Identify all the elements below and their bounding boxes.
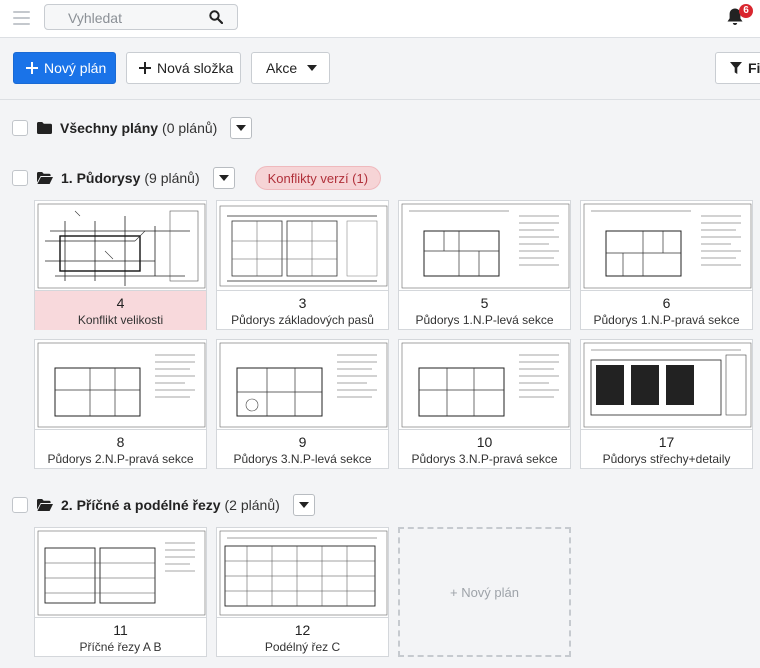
plan-name: Půdorys 1.N.P-pravá sekce bbox=[593, 313, 740, 327]
plan-name: Podélný řez C bbox=[264, 640, 341, 654]
new-folder-label: Nová složka bbox=[157, 60, 234, 76]
new-plan-button[interactable]: Nový plán bbox=[13, 52, 116, 84]
plan-card[interactable]: 11 Příčné řezy A B bbox=[34, 527, 207, 657]
plan-number: 6 bbox=[662, 295, 671, 311]
folder-count: (9 plánů) bbox=[144, 170, 200, 186]
plan-name: Půdorys 1.N.P-levá sekce bbox=[415, 313, 554, 327]
plan-thumbnail[interactable] bbox=[35, 528, 206, 618]
all-plans-row: Všechny plány (0 plánů) bbox=[12, 117, 253, 139]
plan-number: 5 bbox=[480, 295, 489, 311]
plan-name: Půdorys 3.N.P-levá sekce bbox=[233, 452, 372, 466]
plan-card[interactable]: 9 Půdorys 3.N.P-levá sekce bbox=[216, 339, 389, 469]
plan-name: Půdorys 3.N.P-pravá sekce bbox=[411, 452, 558, 466]
plan-card[interactable]: 4 Konflikt velikosti bbox=[34, 200, 207, 330]
plan-name: Půdorys střechy+detaily bbox=[602, 452, 731, 466]
plan-thumbnail[interactable] bbox=[399, 340, 570, 430]
folder-menu-button[interactable] bbox=[292, 494, 315, 516]
folder-icon bbox=[37, 122, 52, 134]
plan-thumbnail[interactable] bbox=[217, 201, 388, 291]
version-conflicts-badge[interactable]: Konflikty verzí (1) bbox=[254, 166, 382, 190]
filter-button[interactable]: Fi bbox=[715, 52, 760, 84]
caret-down-icon bbox=[218, 175, 229, 181]
plan-number: 10 bbox=[476, 434, 493, 450]
caret-down-icon bbox=[298, 502, 309, 508]
new-folder-button[interactable]: Nová složka bbox=[126, 52, 241, 84]
plan-number: 4 bbox=[116, 295, 125, 311]
all-plans-checkbox[interactable] bbox=[12, 120, 28, 136]
folder-menu-button[interactable] bbox=[230, 117, 253, 139]
plan-thumbnail[interactable] bbox=[217, 528, 388, 618]
plan-number: 8 bbox=[116, 434, 125, 450]
folder-count: (2 plánů) bbox=[224, 497, 280, 513]
plan-card[interactable]: 12 Podélný řez C bbox=[216, 527, 389, 657]
folder-name[interactable]: Všechny plány bbox=[60, 120, 158, 136]
plan-thumbnail[interactable] bbox=[581, 201, 752, 291]
plan-thumbnail[interactable] bbox=[35, 340, 206, 430]
plan-card[interactable]: 3 Půdorys základových pasů bbox=[216, 200, 389, 330]
plan-card[interactable]: 17 Půdorys střechy+detaily bbox=[580, 339, 753, 469]
plan-name: Konflikt velikosti bbox=[77, 313, 164, 327]
folder-row-pudorysy: 1. Půdorysy (9 plánů) Konflikty verzí (1… bbox=[12, 166, 382, 190]
caret-down-icon bbox=[307, 65, 318, 71]
folder-checkbox[interactable] bbox=[12, 497, 28, 513]
plan-name: Půdorys 2.N.P-pravá sekce bbox=[47, 452, 194, 466]
folder-checkbox[interactable] bbox=[12, 170, 28, 186]
add-plan-card[interactable]: + Nový plán bbox=[398, 527, 571, 657]
folder-row-rezy: 2. Příčné a podélné řezy (2 plánů) bbox=[12, 494, 315, 516]
plan-card[interactable]: 5 Půdorys 1.N.P-levá sekce bbox=[398, 200, 571, 330]
folder-name[interactable]: 2. Příčné a podélné řezy bbox=[61, 497, 221, 513]
folder-name[interactable]: 1. Půdorysy bbox=[61, 170, 140, 186]
filter-icon bbox=[730, 62, 742, 74]
menu-icon[interactable] bbox=[13, 11, 30, 25]
search-input[interactable] bbox=[68, 9, 208, 27]
notification-badge: 6 bbox=[739, 4, 753, 18]
plan-card[interactable]: 8 Půdorys 2.N.P-pravá sekce bbox=[34, 339, 207, 469]
caret-down-icon bbox=[236, 125, 247, 131]
plan-number: 11 bbox=[113, 622, 128, 638]
plan-thumbnail[interactable] bbox=[217, 340, 388, 430]
search-icon[interactable] bbox=[209, 10, 223, 24]
plus-icon bbox=[26, 62, 38, 74]
folder-open-icon bbox=[37, 172, 53, 184]
plus-icon bbox=[139, 62, 151, 74]
add-plan-label: + Nový plán bbox=[449, 584, 519, 600]
new-plan-label: Nový plán bbox=[44, 60, 107, 76]
plan-card[interactable]: 6 Půdorys 1.N.P-pravá sekce bbox=[580, 200, 753, 330]
plan-name: Příčné řezy A B bbox=[79, 640, 162, 654]
actions-label: Akce bbox=[266, 60, 298, 76]
folder-count: (0 plánů) bbox=[162, 120, 218, 136]
plan-card[interactable]: 10 Půdorys 3.N.P-pravá sekce bbox=[398, 339, 571, 469]
folder-open-icon bbox=[37, 499, 53, 511]
plan-number: 17 bbox=[658, 434, 675, 450]
plan-thumbnail[interactable] bbox=[399, 201, 570, 291]
plan-number: 3 bbox=[298, 295, 307, 311]
folder-menu-button[interactable] bbox=[212, 167, 235, 189]
plan-name: Půdorys základových pasů bbox=[231, 313, 374, 327]
toolbar: Nový plán Nová složka Akce Fi bbox=[0, 38, 760, 100]
actions-dropdown-button[interactable]: Akce bbox=[251, 52, 330, 84]
search-box[interactable] bbox=[44, 4, 238, 30]
plan-number: 9 bbox=[298, 434, 307, 450]
plan-thumbnail[interactable] bbox=[581, 340, 752, 430]
plan-number: 12 bbox=[294, 622, 311, 638]
plan-thumbnail[interactable] bbox=[35, 201, 206, 291]
filter-label: Fi bbox=[748, 60, 760, 76]
top-bar: 6 bbox=[0, 0, 760, 38]
